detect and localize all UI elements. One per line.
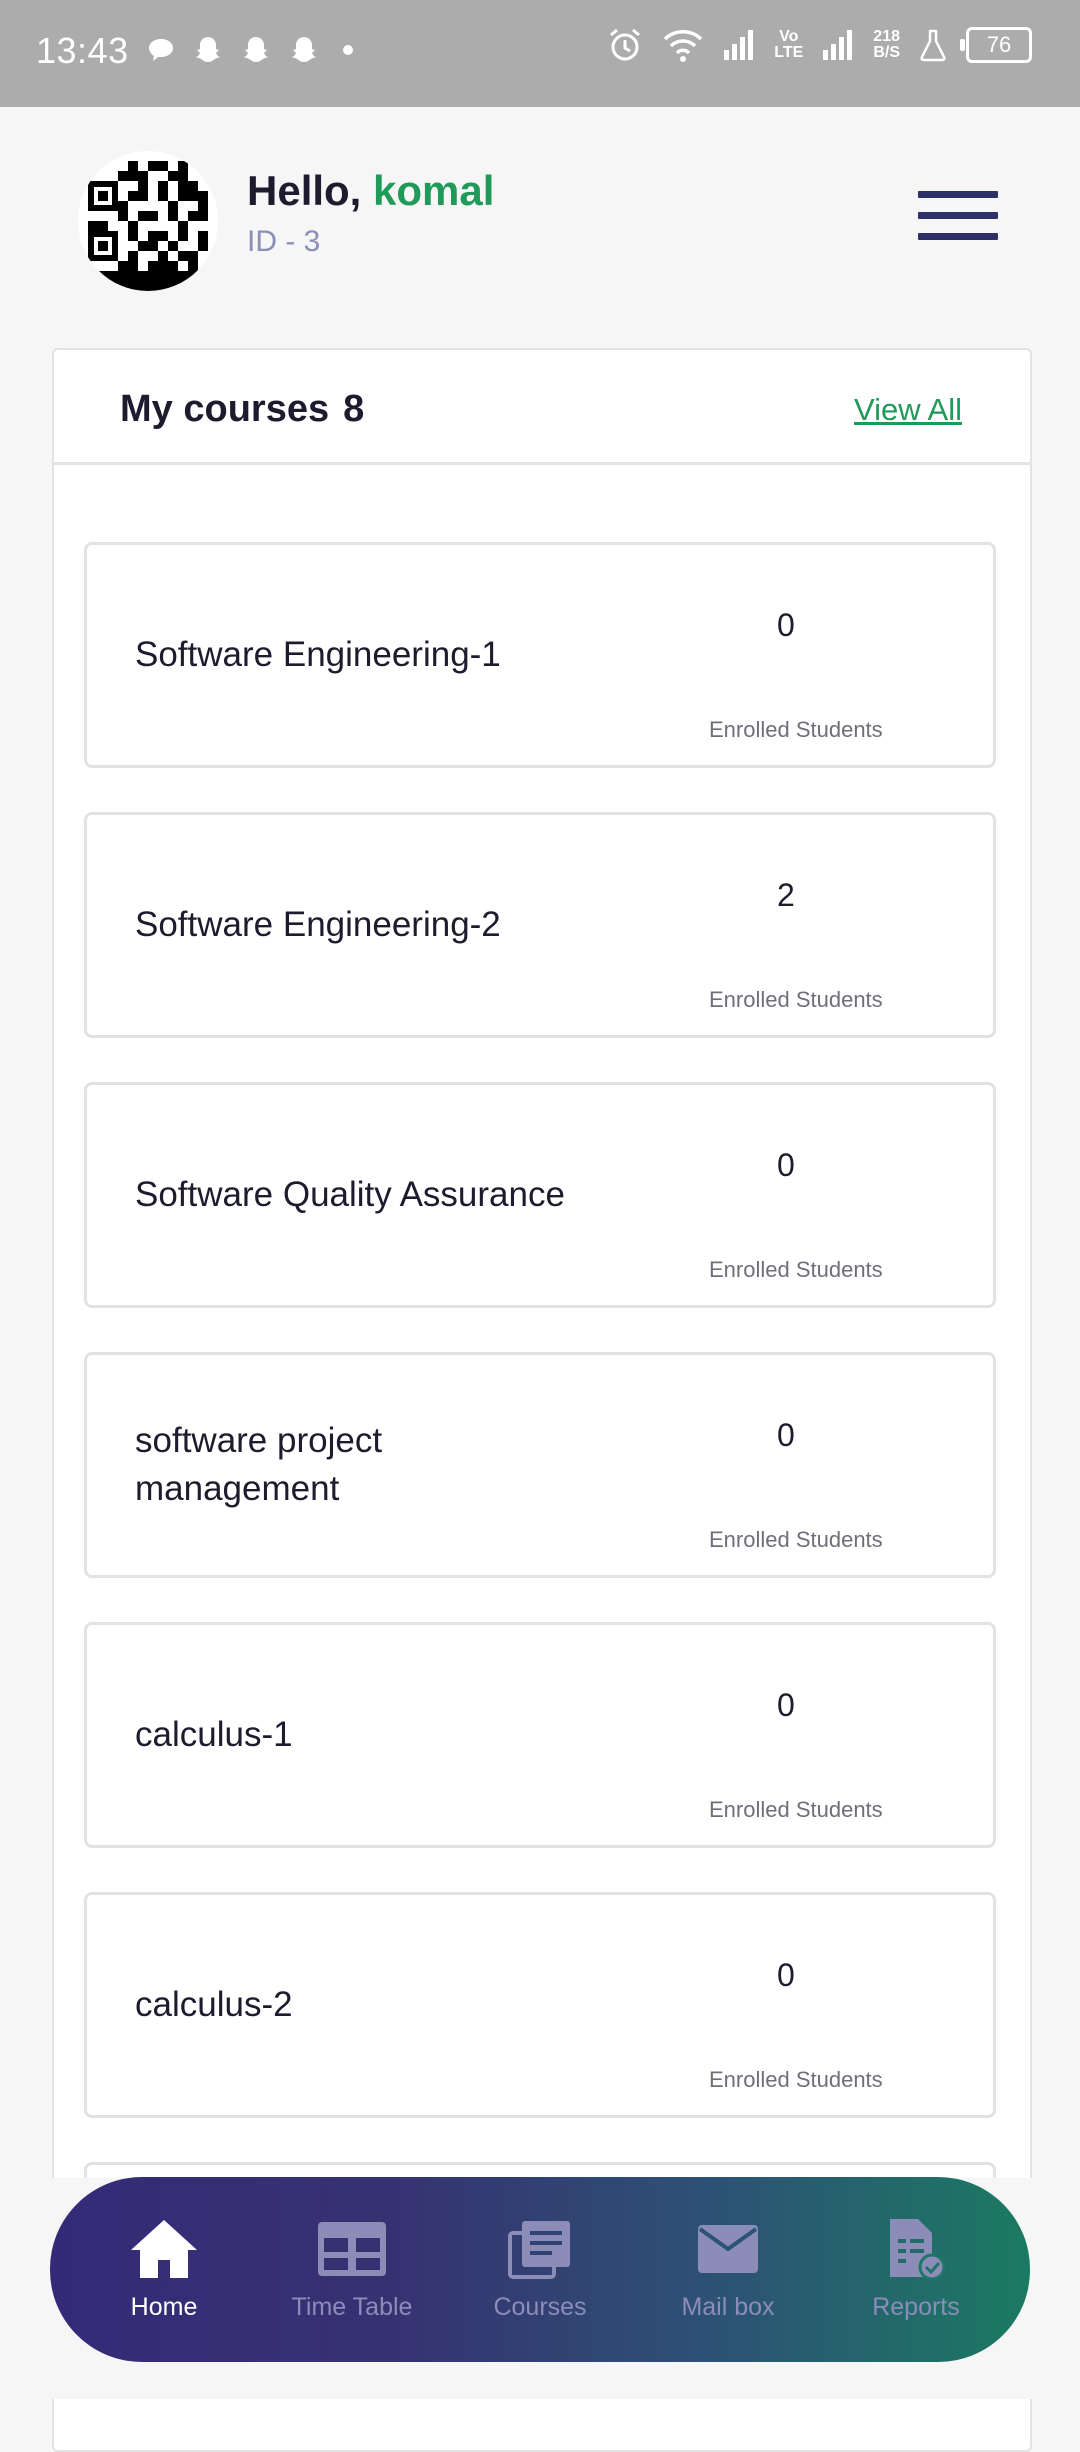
enrolled-label: Enrolled Students	[709, 987, 883, 1012]
course-item[interactable]: Software Engineering-1 0 Enrolled Studen…	[84, 542, 996, 768]
user-id: ID - 3	[247, 225, 321, 258]
bottom-navigation: Home Time Table Courses Mail box Reports	[50, 2177, 1030, 2362]
course-item[interactable]: calculus-1 0 Enrolled Students	[84, 1622, 996, 1848]
nav-label: Courses	[493, 2293, 587, 2321]
nav-label: Time Table	[291, 2293, 413, 2321]
menu-bar	[918, 212, 998, 219]
course-item[interactable]: Software Engineering-2 2 Enrolled Studen…	[84, 812, 996, 1038]
course-name: Software Engineering-1	[135, 635, 501, 674]
nav-label: Mail box	[681, 2293, 775, 2321]
courses-icon	[504, 2217, 576, 2281]
course-item[interactable]: Software Quality Assurance 0 Enrolled St…	[84, 1082, 996, 1308]
enrolled-label: Enrolled Students	[709, 2067, 883, 2092]
greeting: Hello, komal	[247, 167, 494, 215]
course-name: Software Engineering-2	[135, 905, 501, 944]
menu-bar	[918, 191, 998, 198]
menu-bar	[918, 233, 998, 240]
signal-icon	[823, 30, 853, 60]
nav-courses[interactable]: Courses	[455, 2217, 625, 2322]
nav-label: Home	[130, 2293, 198, 2321]
enrolled-count: 0	[777, 1687, 795, 1723]
home-icon	[128, 2217, 200, 2281]
enrolled-count: 0	[777, 1957, 795, 1993]
enrolled-label: Enrolled Students	[709, 1527, 883, 1552]
view-all-link[interactable]: View All	[854, 392, 962, 428]
timetable-icon	[316, 2217, 388, 2281]
signal-icon	[724, 30, 754, 60]
course-name: calculus-1	[135, 1715, 293, 1754]
enrolled-count: 2	[777, 877, 795, 913]
enrolled-label: Enrolled Students	[709, 1797, 883, 1822]
wifi-icon	[664, 30, 703, 62]
course-item[interactable]: calculus-2 0 Enrolled Students	[84, 1892, 996, 2118]
enrolled-count: 0	[777, 607, 795, 643]
courses-count: 8	[343, 388, 365, 430]
hamburger-menu-button[interactable]	[918, 191, 998, 245]
reports-icon	[880, 2217, 952, 2281]
courses-card-header: My courses 8 View All	[54, 350, 1030, 465]
mail-icon	[692, 2217, 764, 2281]
nav-timetable[interactable]: Time Table	[267, 2217, 437, 2322]
course-name: calculus-2	[135, 1985, 293, 2024]
course-list: Software Engineering-1 0 Enrolled Studen…	[84, 542, 996, 2432]
courses-title-text: My courses	[120, 388, 330, 430]
course-name: Software Quality Assurance	[135, 1175, 565, 1214]
user-name: komal	[373, 167, 495, 214]
chat-icon	[149, 39, 173, 61]
status-time: 13:43	[36, 30, 129, 71]
network-speed: 218 B/S	[873, 28, 900, 61]
snapchat-icon	[196, 37, 220, 62]
course-item[interactable]: software project management 0 Enrolled S…	[84, 1352, 996, 1578]
app-header: Hello, komal ID - 3	[0, 107, 1080, 337]
my-courses-card: My courses 8 View All Software Engineerin…	[52, 348, 1032, 2452]
snapchat-icon	[244, 37, 268, 62]
greeting-text: Hello,	[247, 167, 374, 214]
nav-home[interactable]: Home	[79, 2217, 249, 2322]
course-name: software project management	[135, 1421, 383, 1508]
nav-reports[interactable]: Reports	[831, 2217, 1001, 2322]
nav-label: Reports	[872, 2293, 960, 2321]
flask-icon	[920, 29, 946, 62]
status-bar: 13:43 Vo LTE 218 B/S 76	[0, 0, 1080, 107]
enrolled-label: Enrolled Students	[709, 717, 883, 742]
courses-title: My courses 8	[120, 388, 364, 431]
enrolled-count: 0	[777, 1417, 795, 1453]
system-icons: Vo LTE 218 B/S 76	[606, 26, 1032, 64]
alarm-icon	[610, 28, 641, 61]
notification-icons	[146, 34, 360, 66]
nav-mailbox[interactable]: Mail box	[643, 2217, 813, 2322]
enrolled-count: 0	[777, 1147, 795, 1183]
qr-avatar-icon	[78, 151, 218, 291]
dot-icon	[343, 45, 353, 55]
volte-label: Vo LTE	[774, 28, 804, 61]
snapchat-icon	[292, 37, 316, 62]
battery-indicator: 76	[960, 27, 1032, 63]
enrolled-label: Enrolled Students	[709, 1257, 883, 1282]
avatar[interactable]	[78, 151, 218, 291]
